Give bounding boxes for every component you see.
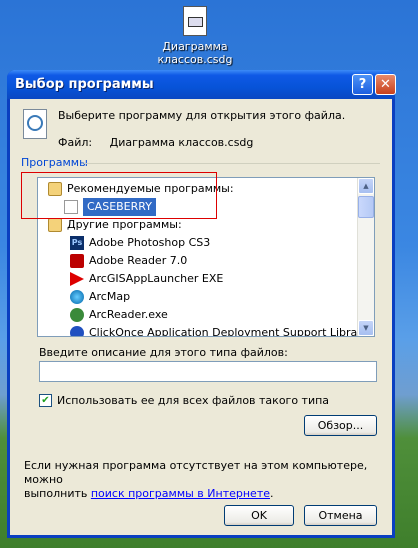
list-item-clickonce[interactable]: ClickOnce Application Deployment Support…: [70, 324, 369, 337]
group-divider: [84, 163, 380, 164]
list-item-adobe-reader[interactable]: Adobe Reader 7.0: [70, 252, 187, 270]
list-item-arcgis-launcher[interactable]: ArcGISAppLauncher EXE: [70, 270, 223, 288]
list-item-arcreader[interactable]: ArcReader.exe: [70, 306, 168, 324]
close-button[interactable]: ✕: [375, 74, 396, 95]
browse-button[interactable]: Обзор...: [304, 415, 377, 436]
open-with-dialog: Выбор программы ? ✕ Выберите программу д…: [7, 70, 396, 538]
scroll-thumb[interactable]: [358, 196, 374, 218]
highlight-box: [21, 172, 217, 219]
cancel-button[interactable]: Отмена: [304, 505, 377, 526]
title-bar[interactable]: Выбор программы ? ✕: [7, 70, 396, 99]
description-input[interactable]: [39, 361, 377, 382]
list-item-label: Adobe Photoshop CS3: [89, 236, 211, 249]
desktop-file-label-2: классов.csdg: [157, 53, 233, 66]
list-item-label: ArcMap: [89, 290, 131, 303]
photoshop-icon: Ps: [70, 236, 84, 250]
file-label: Файл:: [58, 136, 93, 149]
ok-button[interactable]: OK: [224, 505, 294, 526]
file-name: Диаграмма классов.csdg: [109, 136, 254, 149]
always-use-label[interactable]: Использовать ее для всех файлов такого т…: [57, 394, 329, 407]
list-scrollbar[interactable]: ▲ ▼: [357, 178, 374, 336]
list-item-label: Другие программы:: [67, 218, 182, 231]
programs-group-title: Программы: [21, 156, 88, 169]
description-label: Введите описание для этого типа файлов:: [39, 346, 288, 359]
info-line-2-suffix: .: [270, 487, 274, 500]
file-line: Файл: Диаграмма классов.csdg: [58, 136, 253, 149]
globe-icon: [70, 290, 84, 304]
window-title: Выбор программы: [15, 77, 154, 92]
folder-icon: [48, 218, 62, 232]
list-item-label: ArcReader.exe: [89, 308, 168, 321]
list-item-arcmap[interactable]: ArcMap: [70, 288, 130, 306]
prompt-text: Выберите программу для открытия этого фа…: [58, 109, 346, 122]
info-line-2-prefix: выполнить: [24, 487, 91, 500]
list-item-label: ArcGISAppLauncher EXE: [89, 272, 224, 285]
list-item-label: Adobe Reader 7.0: [89, 254, 188, 267]
arcreader-icon: [70, 308, 84, 322]
always-use-checkbox[interactable]: ✔: [39, 394, 52, 407]
info-text: Если нужная программа отсутствует на это…: [24, 459, 384, 501]
help-button[interactable]: ?: [352, 74, 373, 95]
list-item-label: ClickOnce Application Deployment Support…: [89, 326, 369, 337]
magnifier-file-icon: [23, 109, 47, 139]
arrow-icon: [70, 272, 84, 286]
scroll-up-icon[interactable]: ▲: [358, 178, 374, 194]
file-icon: [183, 6, 207, 36]
desktop-file[interactable]: Диаграмма классов.csdg: [150, 4, 240, 66]
list-item-photoshop[interactable]: Ps Adobe Photoshop CS3: [70, 234, 210, 252]
search-web-link[interactable]: поиск программы в Интернете: [91, 487, 270, 500]
pdf-icon: [70, 254, 84, 268]
desktop-file-label-1: Диаграмма: [162, 40, 228, 53]
scroll-down-icon[interactable]: ▼: [358, 320, 374, 336]
info-line-1: Если нужная программа отсутствует на это…: [24, 459, 368, 486]
clickonce-icon: [70, 326, 84, 336]
